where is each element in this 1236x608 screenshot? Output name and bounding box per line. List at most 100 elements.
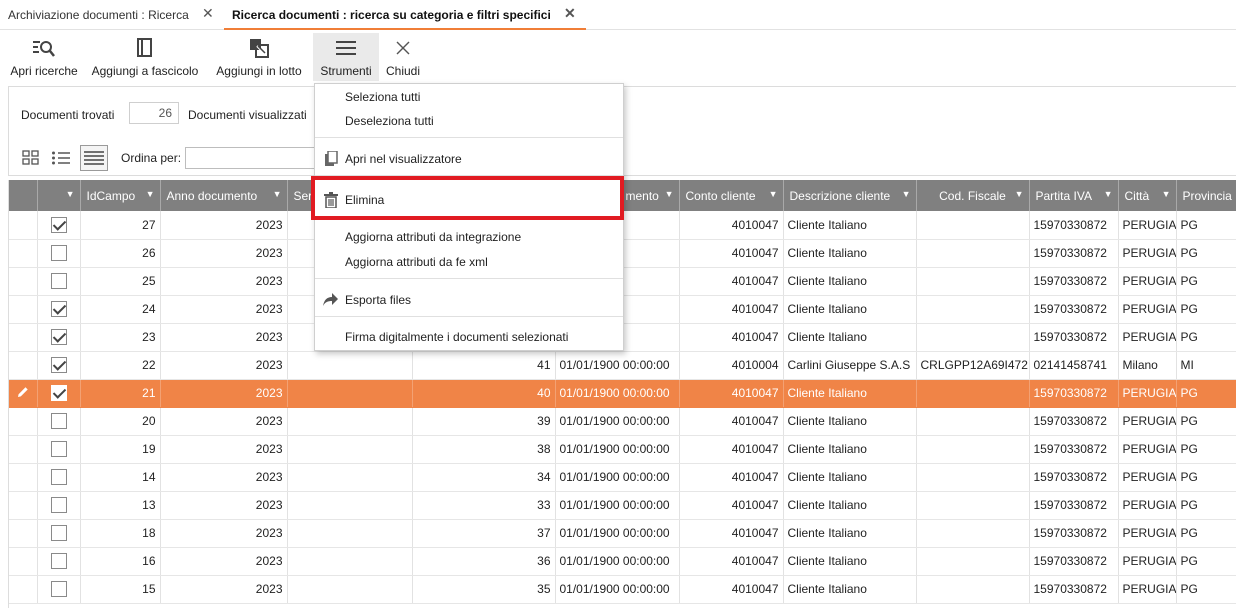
tab-label: Ricerca documenti : ricerca su categoria… bbox=[232, 8, 551, 22]
cell-numero: 37 bbox=[412, 519, 556, 548]
column-header-idcampo[interactable]: IdCampo ▼ bbox=[80, 180, 161, 211]
cell-conto-cliente: 4010004 bbox=[679, 351, 784, 380]
table-row[interactable]: 21 2023 40 01/01/1900 00:00:00 4010047 Client… bbox=[9, 379, 1236, 408]
row-indicator bbox=[9, 267, 38, 296]
row-checkbox-cell[interactable] bbox=[37, 239, 81, 268]
cell-anno-documento: 2023 bbox=[160, 351, 288, 380]
close-icon[interactable]: ✕ bbox=[564, 5, 576, 22]
row-checkbox[interactable] bbox=[50, 553, 67, 569]
row-checkbox-cell[interactable] bbox=[37, 575, 81, 604]
row-indicator bbox=[9, 519, 38, 548]
row-checkbox-cell[interactable] bbox=[37, 407, 81, 436]
table-row[interactable]: 13 2023 33 01/01/1900 00:00:00 4010047 Client… bbox=[9, 491, 1236, 520]
row-checkbox-cell[interactable] bbox=[37, 351, 81, 380]
column-header-citta[interactable]: Città ▼ bbox=[1118, 180, 1177, 211]
grid-view-button[interactable] bbox=[17, 145, 45, 171]
toolbar: Apri ricerche Aggiungi a fascicolo Aggiu… bbox=[0, 30, 1236, 82]
row-checkbox[interactable] bbox=[50, 525, 67, 541]
menu-item-update-fe-xml[interactable]: Aggiorna attributi da fe xml bbox=[315, 250, 623, 274]
menu-item-open-viewer[interactable]: Apri nel visualizzatore bbox=[315, 147, 623, 171]
table-row[interactable]: 15 2023 35 01/01/1900 00:00:00 4010047 Client… bbox=[9, 575, 1236, 604]
column-header-descrizione-cliente[interactable]: Descrizione cliente ▼ bbox=[783, 180, 917, 211]
filter-icon[interactable]: ▼ bbox=[1104, 189, 1113, 199]
table-row[interactable]: 20 2023 39 01/01/1900 00:00:00 4010047 Client… bbox=[9, 407, 1236, 436]
close-icon[interactable]: ✕ bbox=[202, 5, 214, 22]
row-checkbox-cell[interactable] bbox=[37, 491, 81, 520]
cell-descrizione-cliente: Cliente Italiano bbox=[783, 239, 917, 268]
row-checkbox[interactable] bbox=[50, 301, 67, 317]
folder-book-icon bbox=[132, 35, 158, 61]
row-indicator bbox=[9, 435, 38, 464]
menu-item-deselect-all[interactable]: Deseleziona tutti bbox=[315, 109, 623, 133]
tab-archiviazione-ricerca[interactable]: Archiviazione documenti : Ricerca ✕ bbox=[0, 0, 224, 30]
detail-view-button[interactable] bbox=[80, 145, 108, 171]
table-row[interactable]: 14 2023 34 01/01/1900 00:00:00 4010047 Client… bbox=[9, 463, 1236, 492]
row-checkbox[interactable] bbox=[50, 329, 67, 345]
filter-icon[interactable]: ▼ bbox=[1015, 189, 1024, 199]
cell-cod-fiscale bbox=[916, 491, 1030, 520]
table-row[interactable]: 18 2023 37 01/01/1900 00:00:00 4010047 Client… bbox=[9, 519, 1236, 548]
cell-serie bbox=[287, 491, 413, 520]
menu-item-export-files[interactable]: Esporta files bbox=[315, 288, 623, 312]
table-row[interactable]: 22 2023 41 01/01/1900 00:00:00 4010004 Carlin… bbox=[9, 351, 1236, 380]
table-row[interactable]: 19 2023 38 01/01/1900 00:00:00 4010047 Client… bbox=[9, 435, 1236, 464]
cell-idcampo: 13 bbox=[80, 491, 161, 520]
order-by-input[interactable] bbox=[185, 147, 325, 169]
add-to-batch-button[interactable]: Aggiungi in lotto bbox=[210, 33, 308, 81]
row-checkbox[interactable] bbox=[50, 469, 67, 485]
search-list-icon bbox=[31, 35, 57, 61]
filter-icon[interactable]: ▼ bbox=[273, 189, 282, 199]
close-button[interactable]: Chiudi bbox=[382, 33, 424, 81]
filter-icon[interactable]: ▼ bbox=[66, 189, 75, 199]
batch-import-icon bbox=[246, 35, 272, 61]
column-header-anno-documento[interactable]: Anno documento ▼ bbox=[160, 180, 288, 211]
cell-anno-documento: 2023 bbox=[160, 575, 288, 604]
row-checkbox-cell[interactable] bbox=[37, 379, 81, 408]
cell-conto-cliente: 4010047 bbox=[679, 295, 784, 324]
menu-item-select-all[interactable]: Seleziona tutti bbox=[315, 85, 623, 109]
add-to-folder-button[interactable]: Aggiungi a fascicolo bbox=[88, 33, 202, 81]
cell-idcampo: 18 bbox=[80, 519, 161, 548]
cell-partita-iva: 15970330872 bbox=[1029, 491, 1119, 520]
row-checkbox[interactable] bbox=[50, 273, 67, 289]
row-checkbox-cell[interactable] bbox=[37, 547, 81, 576]
row-checkbox[interactable] bbox=[50, 245, 67, 261]
list-view-button[interactable] bbox=[47, 145, 75, 171]
row-checkbox-cell[interactable] bbox=[37, 463, 81, 492]
menu-item-sign-digitally[interactable]: Firma digitalmente i documenti seleziona… bbox=[315, 325, 623, 349]
row-checkbox-cell[interactable] bbox=[37, 211, 81, 240]
row-checkbox[interactable] bbox=[50, 497, 67, 513]
filter-icon[interactable]: ▼ bbox=[146, 189, 155, 199]
filter-icon[interactable]: ▼ bbox=[1162, 189, 1171, 199]
column-header-provincia[interactable]: Provincia bbox=[1176, 180, 1236, 211]
menu-item-delete[interactable]: Elimina bbox=[315, 188, 623, 212]
row-checkbox[interactable] bbox=[50, 385, 67, 401]
cell-data-documento: 01/01/1900 00:00:00 bbox=[555, 463, 680, 492]
column-header-cod-fiscale[interactable]: Cod. Fiscale ▼ bbox=[916, 180, 1030, 211]
row-checkbox-cell[interactable] bbox=[37, 323, 81, 352]
menu-item-update-integration[interactable]: Aggiorna attributi da integrazione bbox=[315, 225, 623, 249]
row-checkbox[interactable] bbox=[50, 357, 67, 373]
row-checkbox[interactable] bbox=[50, 216, 67, 233]
tools-button[interactable]: Strumenti bbox=[313, 33, 379, 81]
column-header-conto-cliente[interactable]: Conto cliente ▼ bbox=[679, 180, 784, 211]
row-checkbox[interactable] bbox=[50, 581, 67, 597]
row-checkbox[interactable] bbox=[50, 441, 67, 457]
filter-icon[interactable]: ▼ bbox=[665, 189, 674, 199]
tab-ricerca-documenti[interactable]: Ricerca documenti : ricerca su categoria… bbox=[224, 0, 586, 30]
filter-icon[interactable]: ▼ bbox=[769, 189, 778, 199]
cell-citta: PERUGIA bbox=[1118, 211, 1177, 240]
row-indicator bbox=[9, 211, 38, 240]
row-checkbox-cell[interactable] bbox=[37, 519, 81, 548]
open-searches-button[interactable]: Apri ricerche bbox=[6, 33, 82, 81]
row-checkbox-cell[interactable] bbox=[37, 435, 81, 464]
select-column-header[interactable]: ▼ bbox=[37, 180, 81, 211]
row-checkbox-cell[interactable] bbox=[37, 267, 81, 296]
cell-idcampo: 22 bbox=[80, 351, 161, 380]
table-row[interactable]: 16 2023 36 01/01/1900 00:00:00 4010047 Client… bbox=[9, 547, 1236, 576]
row-indicator bbox=[9, 407, 38, 436]
row-checkbox-cell[interactable] bbox=[37, 295, 81, 324]
row-checkbox[interactable] bbox=[50, 413, 67, 429]
filter-icon[interactable]: ▼ bbox=[902, 189, 911, 199]
column-header-partita-iva[interactable]: Partita IVA ▼ bbox=[1029, 180, 1119, 211]
